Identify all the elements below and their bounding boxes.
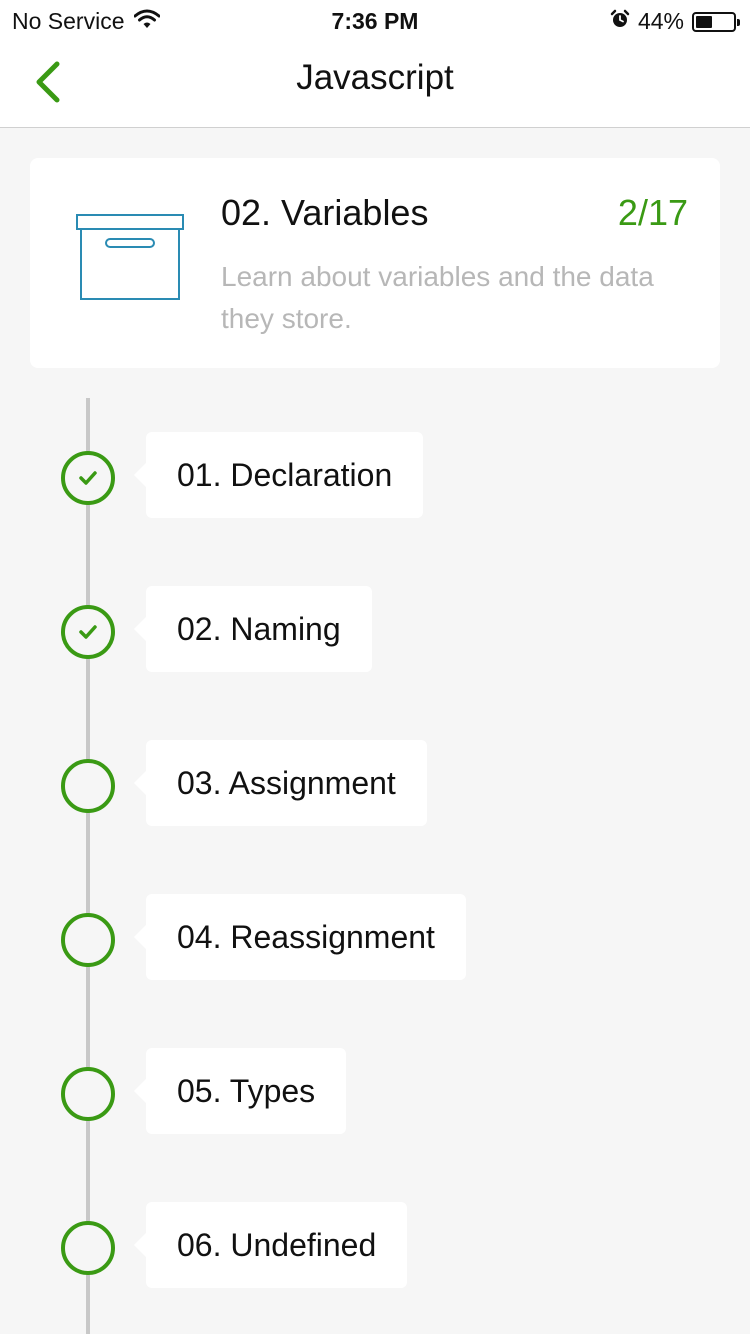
status-bar: No Service 7:36 PM 44% [0,0,750,40]
battery-tip [737,18,740,26]
progress-count: 2/17 [617,192,688,233]
page-title: Javascript [296,58,454,97]
step-card-naming[interactable]: 02. Naming [134,586,372,672]
step-status-dot [61,451,115,505]
lesson-title: 02. Variables [221,192,429,233]
alarm-icon [610,8,630,35]
step-card-assignment[interactable]: 03. Assignment [134,740,427,826]
lesson-header-card: 02. Variables 2/17 Learn about variables… [30,158,720,368]
step-item: 02. Naming [0,586,750,676]
checkmark-icon [79,625,97,639]
step-status-dot [61,1067,115,1121]
step-item: 03. Assignment [0,740,750,830]
step-status-dot [61,605,115,659]
timeline-line [86,398,90,1334]
step-status-dot [61,913,115,967]
step-status-dot [61,759,115,813]
step-item: 06. Undefined [0,1202,750,1292]
checkmark-icon [79,471,97,485]
step-card-undefined[interactable]: 06. Undefined [133,1202,408,1288]
status-right: 44% [610,8,740,35]
step-item: 04. Reassignment [0,894,750,984]
step-status-dot [61,1221,115,1275]
battery-fill [696,15,712,28]
battery-icon [692,11,740,32]
storage-box-icon [75,213,185,308]
lesson-description: Learn about variables and the data they … [221,261,654,334]
battery-percent: 44% [637,8,684,34]
step-card-reassignment[interactable]: 04. Reassignment [134,894,466,980]
step-card-declaration[interactable]: 01. Declaration [133,432,424,518]
navigation-bar: Javascript [0,40,750,128]
step-item: 05. Types [0,1048,750,1138]
step-item: 01. Declaration [0,432,750,522]
step-card-types[interactable]: 05. Types [133,1048,347,1134]
